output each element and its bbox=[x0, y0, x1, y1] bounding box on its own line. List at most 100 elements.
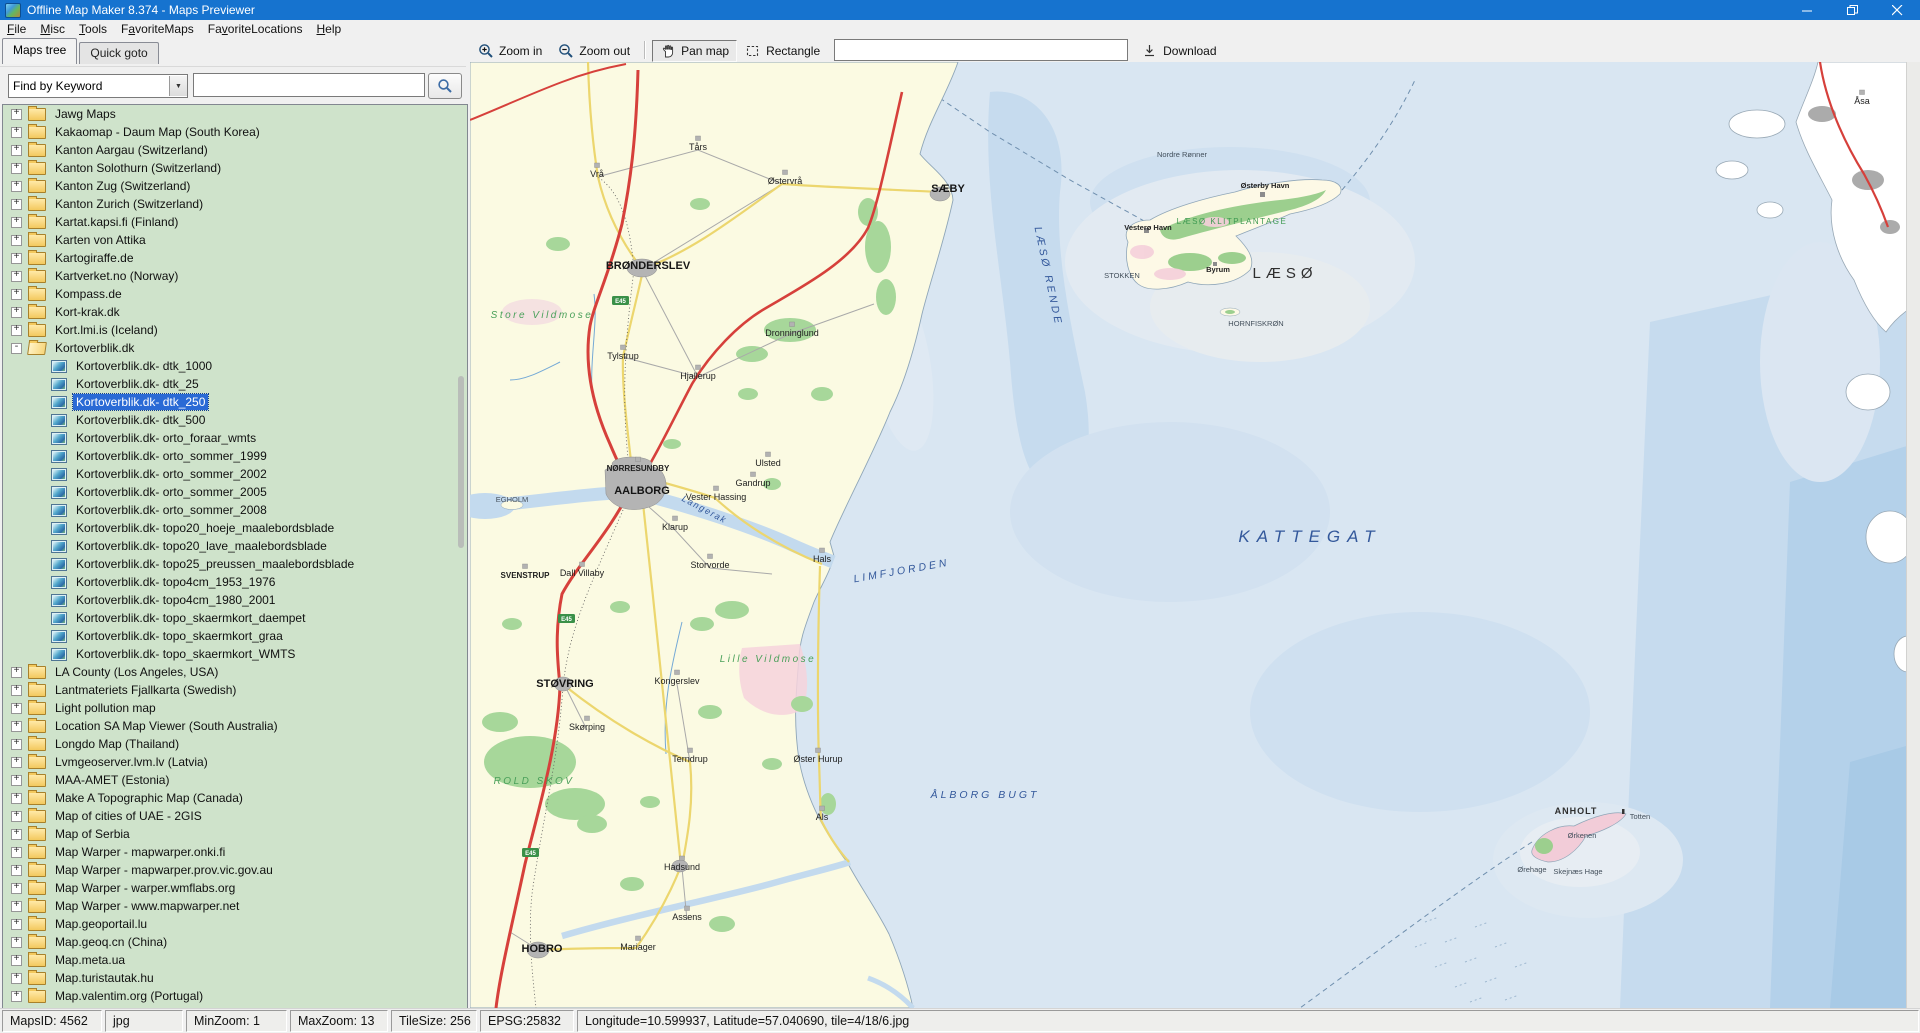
tree-item[interactable]: +Kompass.de bbox=[3, 285, 467, 303]
expand-icon[interactable]: + bbox=[11, 163, 22, 174]
map-viewport[interactable]: E45 E45 E45 KATTEGATÅLBORG BUGTLÆSØ REND… bbox=[470, 62, 1920, 1008]
tree-item[interactable]: Kortoverblik.dk- orto_sommer_2008 bbox=[3, 501, 467, 519]
tree-item[interactable]: +Kort-krak.dk bbox=[3, 303, 467, 321]
tree-item[interactable]: Kortoverblik.dk- topo20_lave_maalebordsb… bbox=[3, 537, 467, 555]
tree-item[interactable]: +Map.geoq.cn (China) bbox=[3, 933, 467, 951]
tree-item[interactable]: Kortoverblik.dk- orto_sommer_1999 bbox=[3, 447, 467, 465]
tab-maps-tree[interactable]: Maps tree bbox=[2, 38, 77, 64]
tree-item[interactable]: +Make A Topographic Map (Canada) bbox=[3, 789, 467, 807]
menu-item-favoritelocations[interactable]: FavoriteLocations bbox=[201, 21, 310, 37]
tree-item[interactable]: +Map Warper - mapwarper.prov.vic.gov.au bbox=[3, 861, 467, 879]
tree-item[interactable]: Kortoverblik.dk- dtk_250 bbox=[3, 393, 467, 411]
tree-item[interactable]: +Lvmgeoserver.lvm.lv (Latvia) bbox=[3, 753, 467, 771]
expand-icon[interactable]: + bbox=[11, 235, 22, 246]
tree-item[interactable]: +Kort.lmi.is (Iceland) bbox=[3, 321, 467, 339]
tree-item[interactable]: +Map.valentim.org (Portugal) bbox=[3, 987, 467, 1005]
tree-item[interactable]: Kortoverblik.dk- topo_skaermkort_daempet bbox=[3, 609, 467, 627]
expand-icon[interactable]: + bbox=[11, 721, 22, 732]
expand-icon[interactable]: + bbox=[11, 865, 22, 876]
tree-item[interactable]: Kortoverblik.dk- topo4cm_1980_2001 bbox=[3, 591, 467, 609]
tree-item[interactable]: +Kartat.kapsi.fi (Finland) bbox=[3, 213, 467, 231]
search-button[interactable] bbox=[428, 73, 462, 99]
tab-quick-goto[interactable]: Quick goto bbox=[79, 42, 158, 64]
expand-icon[interactable]: + bbox=[11, 847, 22, 858]
tree-item[interactable]: +Map Warper - warper.wmflabs.org bbox=[3, 879, 467, 897]
close-button[interactable] bbox=[1875, 0, 1920, 20]
tree-item[interactable]: Kortoverblik.dk- orto_foraar_wmts bbox=[3, 429, 467, 447]
zoom-in-button[interactable]: Zoom in bbox=[470, 40, 550, 62]
expand-icon[interactable]: + bbox=[11, 703, 22, 714]
expand-icon[interactable]: + bbox=[11, 109, 22, 120]
tree-item[interactable]: +Kartverket.no (Norway) bbox=[3, 267, 467, 285]
tree-scrollbar[interactable] bbox=[458, 376, 464, 548]
tree-item[interactable]: +MAA-AMET (Estonia) bbox=[3, 771, 467, 789]
tree-item[interactable]: +Kanton Zurich (Switzerland) bbox=[3, 195, 467, 213]
restore-button[interactable] bbox=[1830, 0, 1875, 20]
expand-icon[interactable]: + bbox=[11, 253, 22, 264]
expand-icon[interactable]: + bbox=[11, 955, 22, 966]
tree-item[interactable]: +Kanton Solothurn (Switzerland) bbox=[3, 159, 467, 177]
tree-item[interactable]: Kortoverblik.dk- topo25_preussen_maalebo… bbox=[3, 555, 467, 573]
expand-icon[interactable]: + bbox=[11, 217, 22, 228]
tree-item[interactable]: Kortoverblik.dk- orto_sommer_2002 bbox=[3, 465, 467, 483]
tree-item[interactable]: Kortoverblik.dk- topo_skaermkort_graa bbox=[3, 627, 467, 645]
tree-item[interactable]: +Kakaomap - Daum Map (South Korea) bbox=[3, 123, 467, 141]
tree-item[interactable]: +Kanton Aargau (Switzerland) bbox=[3, 141, 467, 159]
tree-item[interactable]: +Jawg Maps bbox=[3, 105, 467, 123]
expand-icon[interactable]: + bbox=[11, 199, 22, 210]
expand-icon[interactable]: + bbox=[11, 289, 22, 300]
tree-item[interactable]: +Light pollution map bbox=[3, 699, 467, 717]
collapse-icon[interactable]: - bbox=[11, 343, 22, 354]
expand-icon[interactable]: + bbox=[11, 901, 22, 912]
minimize-button[interactable] bbox=[1785, 0, 1830, 20]
expand-icon[interactable]: + bbox=[11, 775, 22, 786]
tree-item[interactable]: +Map Warper - mapwarper.onki.fi bbox=[3, 843, 467, 861]
tree-item[interactable]: +LA County (Los Angeles, USA) bbox=[3, 663, 467, 681]
expand-icon[interactable]: + bbox=[11, 757, 22, 768]
tree-item[interactable]: +Map of cities of UAE - 2GIS bbox=[3, 807, 467, 825]
expand-icon[interactable]: + bbox=[11, 325, 22, 336]
map-scrollbar[interactable] bbox=[1906, 62, 1920, 1008]
expand-icon[interactable]: + bbox=[11, 181, 22, 192]
menu-item-help[interactable]: Help bbox=[310, 21, 349, 37]
expand-icon[interactable]: + bbox=[11, 991, 22, 1002]
tree-item[interactable]: Kortoverblik.dk- topo_skaermkort_WMTS bbox=[3, 645, 467, 663]
tree-item[interactable]: +Lantmateriets Fjallkarta (Swedish) bbox=[3, 681, 467, 699]
expand-icon[interactable]: + bbox=[11, 793, 22, 804]
expand-icon[interactable]: + bbox=[11, 667, 22, 678]
tree-item[interactable]: -Kortoverblik.dk bbox=[3, 339, 467, 357]
tree-item[interactable]: +Location SA Map Viewer (South Australia… bbox=[3, 717, 467, 735]
tree-item[interactable]: +Kanton Zug (Switzerland) bbox=[3, 177, 467, 195]
tree-item[interactable]: +Map Warper - www.mapwarper.net bbox=[3, 897, 467, 915]
tree-item[interactable]: +Map.turistautak.hu bbox=[3, 969, 467, 987]
tree-item[interactable]: Kortoverblik.dk- dtk_1000 bbox=[3, 357, 467, 375]
tree-item[interactable]: +Kartogiraffe.de bbox=[3, 249, 467, 267]
expand-icon[interactable]: + bbox=[11, 883, 22, 894]
menu-item-favoritemaps[interactable]: FavoriteMaps bbox=[114, 21, 201, 37]
tree-item[interactable]: Kortoverblik.dk- dtk_25 bbox=[3, 375, 467, 393]
chevron-down-icon[interactable]: ▼ bbox=[169, 76, 187, 96]
find-mode-select[interactable]: Find by Keyword ▼ bbox=[8, 74, 188, 98]
expand-icon[interactable]: + bbox=[11, 127, 22, 138]
menu-item-misc[interactable]: Misc bbox=[33, 21, 72, 37]
expand-icon[interactable]: + bbox=[11, 829, 22, 840]
expand-icon[interactable]: + bbox=[11, 739, 22, 750]
toolbar-input[interactable] bbox=[834, 39, 1128, 61]
tree-item[interactable]: +Map.geoportail.lu bbox=[3, 915, 467, 933]
expand-icon[interactable]: + bbox=[11, 919, 22, 930]
tree-item[interactable]: Kortoverblik.dk- dtk_500 bbox=[3, 411, 467, 429]
tree-item[interactable]: Kortoverblik.dk- orto_sommer_2005 bbox=[3, 483, 467, 501]
expand-icon[interactable]: + bbox=[11, 145, 22, 156]
pan-map-button[interactable]: Pan map bbox=[652, 40, 737, 62]
expand-icon[interactable]: + bbox=[11, 271, 22, 282]
tree-item[interactable]: Kortoverblik.dk- topo4cm_1953_1976 bbox=[3, 573, 467, 591]
search-input[interactable] bbox=[193, 73, 425, 97]
expand-icon[interactable]: + bbox=[11, 811, 22, 822]
zoom-out-button[interactable]: Zoom out bbox=[550, 40, 638, 62]
tree-item[interactable]: Kortoverblik.dk- topo20_hoeje_maalebords… bbox=[3, 519, 467, 537]
menu-item-tools[interactable]: Tools bbox=[72, 21, 114, 37]
download-button[interactable]: Download bbox=[1134, 40, 1224, 62]
rectangle-button[interactable]: Rectangle bbox=[737, 40, 828, 62]
tree-item[interactable]: +Map of Serbia bbox=[3, 825, 467, 843]
expand-icon[interactable]: + bbox=[11, 307, 22, 318]
